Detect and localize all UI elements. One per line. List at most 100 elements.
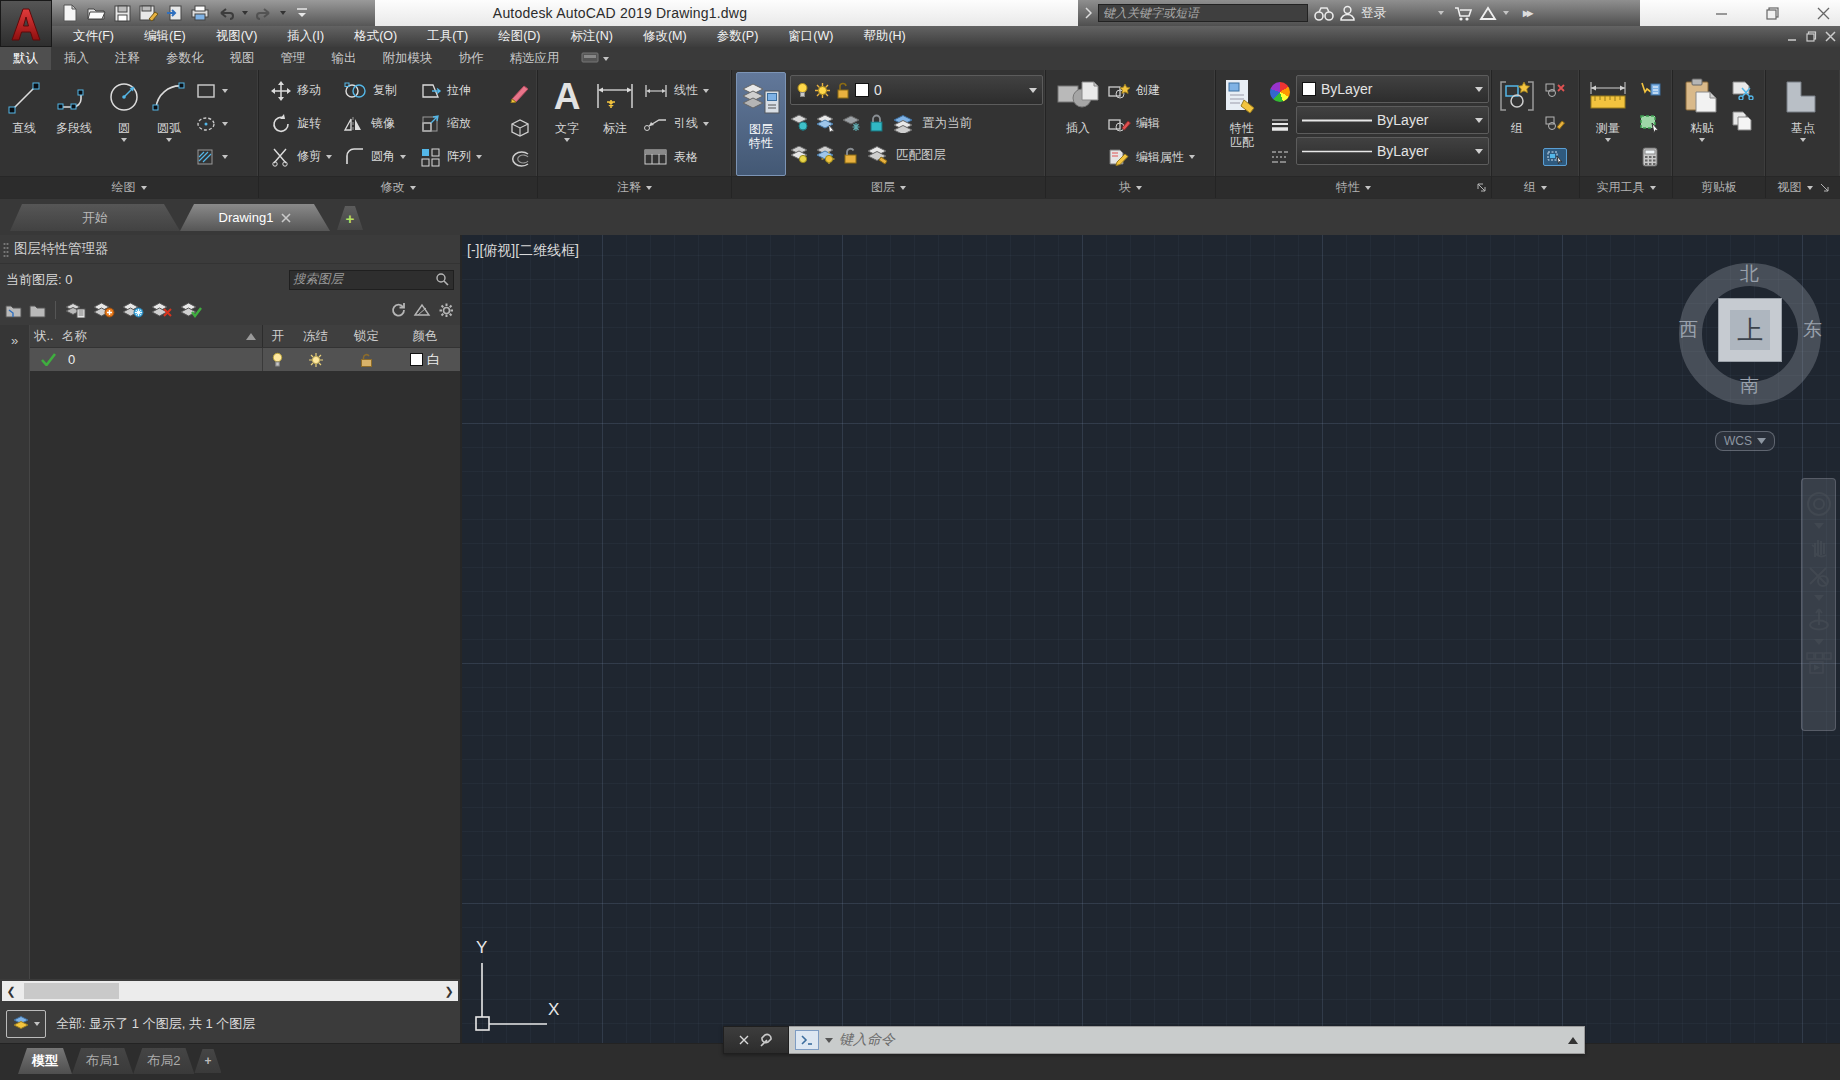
toggle-override-icon[interactable] — [413, 302, 431, 318]
menu-dimension[interactable]: 标注(N) — [556, 26, 628, 47]
open-file-icon[interactable] — [86, 3, 106, 23]
ribbon-tab-manage[interactable]: 管理 — [268, 47, 319, 70]
layer-unlock-icon[interactable] — [842, 146, 860, 164]
layer-thaw-icon[interactable] — [816, 146, 836, 164]
rectangle-button[interactable] — [192, 75, 244, 107]
signin-label[interactable]: 登录 — [1361, 5, 1386, 22]
refresh-icon[interactable] — [390, 302, 406, 318]
command-customize-icon[interactable] — [759, 1033, 774, 1048]
nav-wheel-dropdown[interactable] — [1814, 523, 1824, 529]
layer-combo[interactable]: 0 — [790, 75, 1043, 105]
menu-edit[interactable]: 编辑(E) — [129, 26, 201, 47]
column-freeze[interactable]: 冻结 — [292, 328, 339, 345]
view-dialog-launcher[interactable] — [1820, 183, 1829, 192]
save-icon[interactable] — [112, 3, 132, 23]
edit-block-button[interactable]: 编辑 — [1104, 108, 1208, 140]
palette-hscrollbar[interactable]: ❮❯ — [0, 979, 460, 1003]
new-group-filter-icon[interactable] — [29, 303, 46, 318]
ribbon-tab-home[interactable]: 默认 — [0, 47, 51, 70]
redo-icon[interactable] — [254, 3, 274, 23]
command-recent-dropdown[interactable] — [825, 1038, 833, 1043]
panel-label-block[interactable]: 块 — [1046, 176, 1215, 198]
command-history-toggle[interactable] — [1568, 1032, 1578, 1044]
layer-off-icon[interactable] — [790, 114, 810, 132]
erase-button[interactable] — [508, 81, 532, 103]
scroll-thumb[interactable] — [24, 983, 119, 999]
close-button[interactable] — [1817, 7, 1830, 20]
layer-freeze-small-icon[interactable] — [842, 114, 862, 132]
doc-minimize-button[interactable] — [1787, 31, 1798, 42]
insert-button[interactable]: 插入 — [1052, 72, 1104, 176]
arc-button[interactable]: 圆弧 — [146, 72, 192, 176]
layout2-tab[interactable]: 布局2 — [133, 1048, 194, 1074]
app-store-cart-icon[interactable] — [1454, 6, 1473, 21]
viewcube-north[interactable]: 北 — [1740, 261, 1759, 287]
viewcube-east[interactable]: 东 — [1803, 317, 1822, 343]
ribbon-tab-output[interactable]: 输出 — [319, 47, 370, 70]
group-button[interactable]: 组 — [1496, 72, 1538, 176]
panel-label-groups[interactable]: 组 — [1492, 176, 1579, 198]
measure-dropdown[interactable] — [1605, 138, 1611, 145]
menu-draw[interactable]: 绘图(D) — [483, 26, 555, 47]
navigation-bar[interactable] — [1801, 478, 1836, 731]
layer-properties-button[interactable]: 图层 特性 — [736, 72, 786, 176]
panel-label-utilities[interactable]: 实用工具 — [1580, 176, 1672, 198]
nav-orbit-dropdown[interactable] — [1814, 639, 1824, 645]
panel-label-clipboard[interactable]: 剪贴板 — [1673, 176, 1765, 198]
scale-button[interactable]: 缩放 — [417, 108, 505, 140]
layer-lock-small-icon[interactable] — [868, 114, 886, 132]
restore-button[interactable] — [1766, 7, 1779, 20]
delete-layer-icon[interactable] — [151, 302, 173, 318]
ribbon-tab-featured[interactable]: 精选应用 — [497, 47, 573, 70]
polyline-button[interactable]: 多段线 — [46, 72, 102, 176]
command-prompt-icon[interactable] — [795, 1030, 819, 1050]
column-name[interactable]: 名称 — [62, 328, 262, 345]
base-view-dropdown[interactable] — [1800, 138, 1806, 145]
layer-row-0[interactable]: 0 白 — [30, 348, 460, 371]
layer-freeze-toggle[interactable] — [292, 352, 339, 368]
layer-search-input[interactable]: 搜索图层 — [289, 270, 454, 290]
group-edit-icon[interactable] — [1544, 115, 1566, 131]
ribbon-display-toggle[interactable] — [581, 47, 609, 70]
invert-filter-icon[interactable] — [6, 1010, 46, 1038]
menu-modify[interactable]: 修改(M) — [628, 26, 702, 47]
menu-tools[interactable]: 工具(T) — [412, 26, 483, 47]
offset-button[interactable] — [508, 151, 532, 167]
file-tab-drawing1[interactable]: Drawing1 — [180, 204, 330, 231]
fillet-button[interactable]: 圆角 — [341, 141, 415, 173]
ucs-icon[interactable]: Y X — [462, 935, 582, 1035]
app-logo[interactable] — [0, 0, 52, 47]
layer-name[interactable]: 0 — [62, 352, 262, 367]
copy-button[interactable]: 复制 — [341, 75, 415, 107]
command-line[interactable]: 键入命令 — [723, 1026, 1585, 1054]
wcs-menu[interactable]: WCS — [1715, 431, 1775, 451]
doc-restore-button[interactable] — [1806, 31, 1817, 42]
signin-dropdown[interactable] — [1438, 11, 1444, 18]
command-line-grip[interactable] — [723, 1026, 789, 1054]
quick-select-icon[interactable] — [1638, 81, 1662, 99]
color-wheel-icon[interactable] — [1270, 82, 1290, 102]
help-search-input[interactable]: 键入关键字或短语 — [1098, 4, 1308, 22]
panel-label-annotate[interactable]: 注释 — [538, 176, 731, 198]
column-on[interactable]: 开 — [263, 328, 292, 345]
menu-format[interactable]: 格式(O) — [339, 26, 412, 47]
group-selection-toggle[interactable] — [1543, 148, 1567, 166]
redo-dropdown[interactable] — [280, 11, 286, 18]
line-button[interactable]: 直线 — [2, 72, 46, 176]
linetype-combo[interactable]: ByLayer — [1296, 137, 1489, 165]
set-current-button[interactable]: 置为当前 — [922, 115, 972, 132]
nav-orbit-icon[interactable] — [1807, 607, 1831, 633]
palette-titlebar[interactable]: 图层特性管理器 — [0, 235, 460, 264]
panel-label-draw[interactable]: 绘图 — [0, 176, 258, 198]
doc-close-button[interactable] — [1825, 31, 1836, 42]
trim-button[interactable]: 修剪 — [267, 141, 339, 173]
ellipse-button[interactable] — [192, 108, 244, 140]
circle-dropdown[interactable] — [121, 138, 127, 145]
drawing-canvas[interactable]: [-][俯视][二维线框] 上 北 南 西 东 WCS Y X — [462, 235, 1840, 1043]
nav-zoom-dropdown[interactable] — [1814, 595, 1824, 601]
nav-wheel-icon[interactable] — [1806, 491, 1832, 517]
calculator-icon[interactable] — [1641, 147, 1659, 167]
rotate-button[interactable]: 旋转 — [267, 108, 339, 140]
scroll-left-arrow[interactable]: ❮ — [2, 985, 20, 998]
linear-dim-button[interactable]: 线性 — [640, 75, 724, 107]
